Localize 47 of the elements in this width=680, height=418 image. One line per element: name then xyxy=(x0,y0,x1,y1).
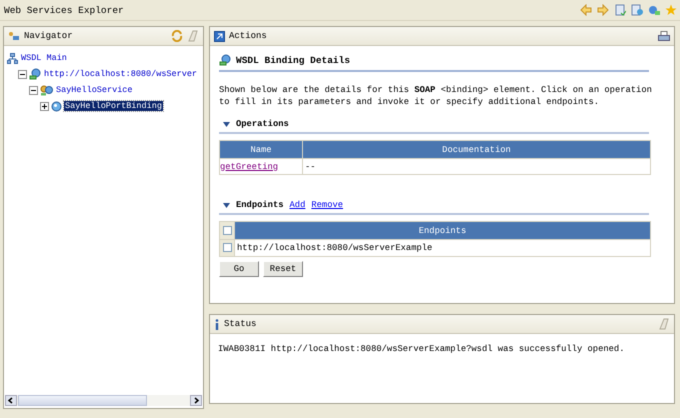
form-button[interactable]: Go xyxy=(219,261,259,277)
panel-title: Navigator xyxy=(24,31,73,41)
column-header: Name xyxy=(220,140,302,158)
tree-item[interactable]: WSDL Main xyxy=(20,53,68,63)
column-header: Endpoints xyxy=(234,222,650,240)
printer-icon[interactable] xyxy=(658,30,670,42)
row-checkbox[interactable] xyxy=(222,243,232,252)
tree-item[interactable]: SayHelloService xyxy=(55,85,134,95)
action-link[interactable]: Remove xyxy=(311,200,344,210)
expand-icon[interactable] xyxy=(40,102,49,110)
tree-item[interactable]: SayHelloPortBinding xyxy=(64,101,163,111)
panel-title: Actions xyxy=(229,31,267,41)
window-title: Web Services Explorer xyxy=(4,4,125,16)
back-arrow-icon[interactable] xyxy=(580,4,592,16)
select-all-checkbox[interactable] xyxy=(222,226,232,235)
tree-item[interactable]: http://localhost:8080/wsServer xyxy=(43,69,198,79)
collapse-icon[interactable] xyxy=(29,86,38,94)
action-link[interactable]: Add xyxy=(290,200,306,210)
star-icon[interactable] xyxy=(665,4,677,16)
network-icon xyxy=(7,52,18,64)
table-cell: -- xyxy=(302,158,650,174)
forward-arrow-icon[interactable] xyxy=(597,4,609,16)
document-icon[interactable] xyxy=(614,4,626,16)
expanded-triangle-icon[interactable] xyxy=(223,202,230,208)
globe-person-icon xyxy=(219,54,231,66)
arrow-square-icon xyxy=(214,30,225,42)
globe-person-icon[interactable] xyxy=(648,4,660,16)
navigator-icon xyxy=(8,31,20,41)
column-header: Documentation xyxy=(302,140,650,158)
horizontal-scrollbar[interactable] xyxy=(5,395,202,406)
form-button[interactable]: Reset xyxy=(263,261,303,277)
expanded-triangle-icon[interactable] xyxy=(223,120,230,128)
globe-person-icon xyxy=(29,68,41,80)
status-message: IWAB0381I http://localhost:8080/wsServerExample?wsdl was successfully opened. xyxy=(217,343,626,354)
panel-title: Status xyxy=(224,319,256,330)
section-heading: WSDL Binding Details xyxy=(236,54,350,66)
description-text: Shown below are the details for this SOAP <binding> element. Click on an operation to fill in its parameters and invoke it or specify additional endpoints. xyxy=(219,84,653,108)
section-title: Endpoints xyxy=(236,200,284,210)
refresh-icon[interactable] xyxy=(171,30,183,42)
sphere-icon xyxy=(51,100,62,112)
collapse-icon[interactable] xyxy=(18,70,27,78)
table-cell: http://localhost:8080/wsServerExample xyxy=(234,240,650,256)
scroll-left-icon[interactable] xyxy=(5,395,17,406)
section-title: Operations xyxy=(236,119,289,129)
info-icon xyxy=(214,318,220,330)
scroll-right-icon[interactable] xyxy=(190,395,202,406)
document-globe-icon[interactable] xyxy=(631,4,643,16)
